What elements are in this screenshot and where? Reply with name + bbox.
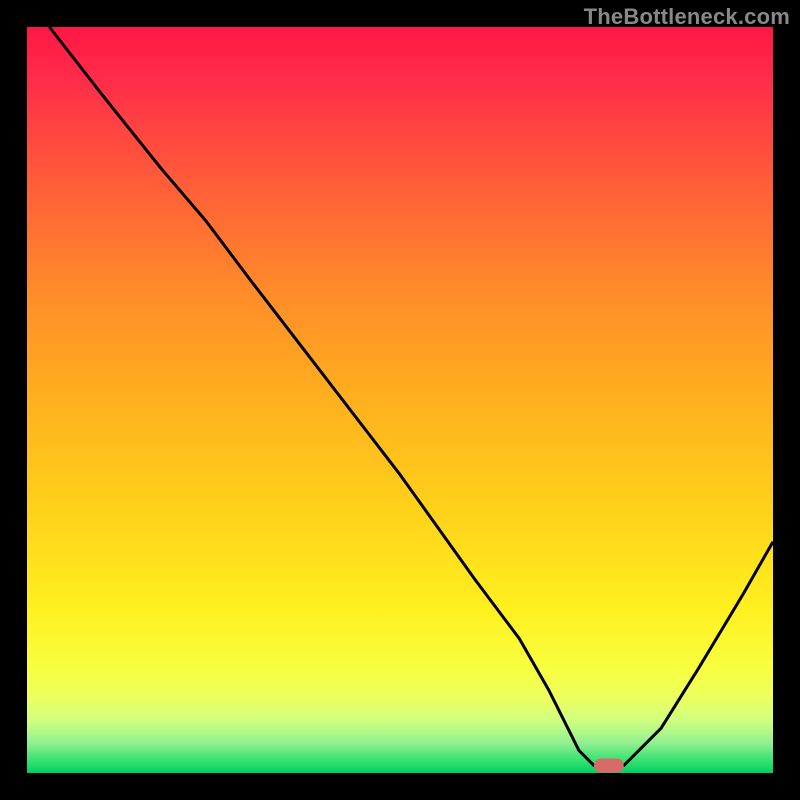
watermark-text: TheBottleneck.com (584, 4, 790, 30)
optimal-range-marker (594, 759, 624, 773)
